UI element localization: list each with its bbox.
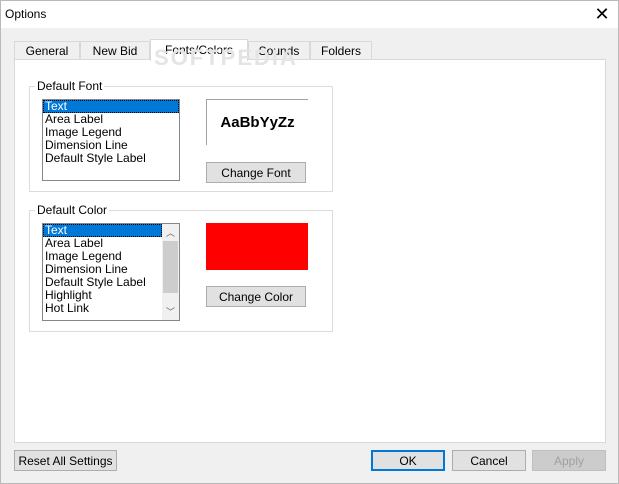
cancel-button[interactable]: Cancel xyxy=(452,450,526,471)
tab-fonts-colors[interactable]: Fonts/Colors xyxy=(150,39,248,61)
tab-folders[interactable]: Folders xyxy=(310,41,372,59)
scroll-thumb[interactable] xyxy=(163,241,178,293)
tab-new-bid[interactable]: New Bid xyxy=(80,41,150,59)
chevron-down-icon: ﹀ xyxy=(165,307,175,317)
font-preview: AaBbYyZz xyxy=(206,99,308,145)
default-font-list[interactable]: Text Area Label Image Legend Dimension L… xyxy=(42,99,180,181)
change-color-button[interactable]: Change Color xyxy=(206,286,306,307)
ok-button[interactable]: OK xyxy=(371,450,445,471)
options-dialog: Options ✕ SOFTPEDIA General New Bid Font… xyxy=(0,0,619,484)
apply-button[interactable]: Apply xyxy=(532,450,606,471)
default-font-label: Default Font xyxy=(35,79,105,93)
window-title: Options xyxy=(5,7,47,21)
default-color-label: Default Color xyxy=(35,203,110,217)
color-swatch xyxy=(206,223,308,270)
tab-general[interactable]: General xyxy=(14,41,80,59)
color-list-scrollbar[interactable]: ︿ ﹀ xyxy=(162,224,179,320)
list-item[interactable]: Default Style Label xyxy=(43,152,179,165)
tab-panel-fonts-colors: Default Font Text Area Label Image Legen… xyxy=(14,59,606,443)
close-button[interactable]: ✕ xyxy=(586,1,618,28)
chevron-up-icon: ︿ xyxy=(165,228,175,238)
default-font-group: Default Font Text Area Label Image Legen… xyxy=(29,79,333,192)
title-bar: Options ✕ xyxy=(1,1,618,28)
default-color-list[interactable]: Text Area Label Image Legend Dimension L… xyxy=(42,223,180,321)
scroll-down-button[interactable]: ﹀ xyxy=(162,303,179,320)
close-icon: ✕ xyxy=(594,4,610,24)
tab-sounds[interactable]: Sounds xyxy=(248,41,310,59)
reset-all-settings-button[interactable]: Reset All Settings xyxy=(14,450,117,471)
scroll-up-button[interactable]: ︿ xyxy=(162,224,179,241)
list-item[interactable]: Hot Link xyxy=(43,302,162,315)
change-font-button[interactable]: Change Font xyxy=(206,162,306,183)
default-color-group: Default Color Text Area Label Image Lege… xyxy=(29,203,333,332)
